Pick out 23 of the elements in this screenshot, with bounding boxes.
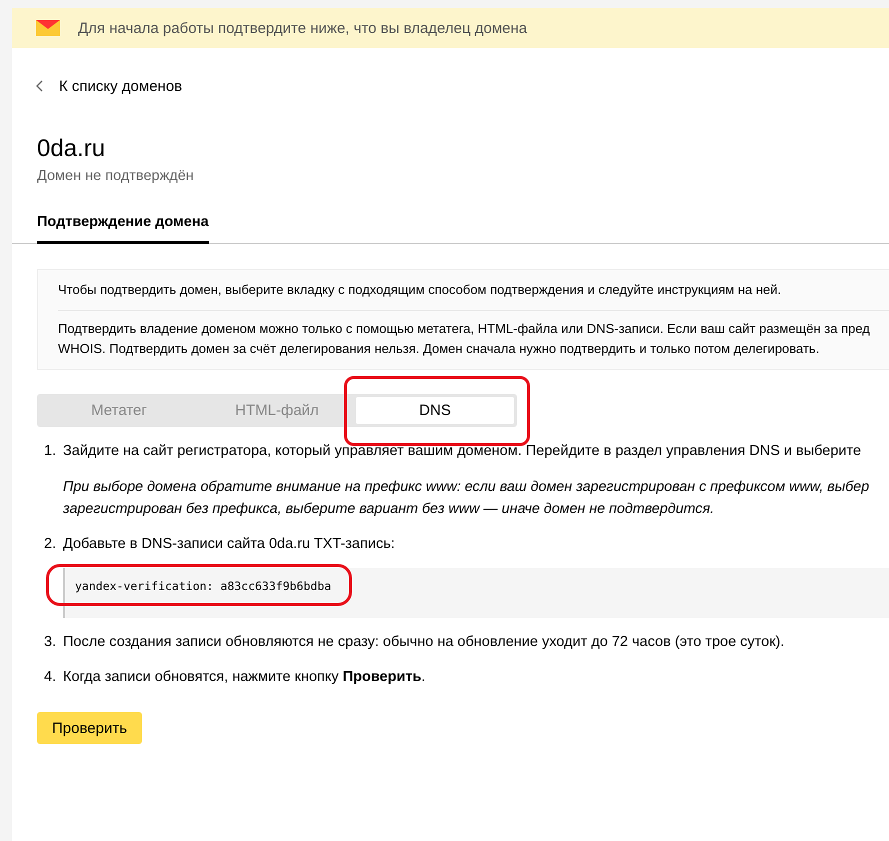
info-text: Чтобы подтвердить домен, выберите вкладку с подходящим способом подтверждения и следуйте инструкциям на ней. <box>58 281 782 299</box>
info-text: Подтвердить владение доменом можно только с помощью метатега, HTML-файла или DNS-записи. Если ваш сайт размещён за пред <box>58 320 871 338</box>
back-link[interactable]: К списку доменов <box>59 78 182 94</box>
step-note: При выборе домена обратите внимание на префикс www: если ваш домен зарегистрирован с префиксом www, выбер <box>63 478 870 497</box>
banner-message: Для начала работы подтвердите ниже, что вы владелец домена <box>78 20 528 36</box>
step-number: 2. <box>44 535 58 554</box>
step-number: 1. <box>44 442 58 461</box>
step-text: Добавьте в DNS-записи сайта 0da.ru TXT-запись: <box>63 535 396 554</box>
step-number: 4. <box>44 668 58 687</box>
domain-title: 0da.ru <box>36 134 106 164</box>
method-tab[interactable]: DNS <box>356 397 514 424</box>
info-text: WHOIS. Подтвердить домен за счёт делегирования нельзя. Домен сначала нужно подтвердить и только потом делегировать. <box>58 340 820 358</box>
step-number: 3. <box>44 633 58 652</box>
domain-status: Домен не подтверждён <box>36 167 195 184</box>
step-note: зарегистрирован без префикса, выберите вариант без www — иначе домен не подтвердится. <box>63 500 716 519</box>
txt-record: yandex-verification: a83cc633f9b6bdba <box>63 568 889 618</box>
back-chevron-icon[interactable] <box>36 80 43 92</box>
step-text: Зайдите на сайт регистратора, который управляет вашим доменом. Перейдите в раздел управления DNS и выберите <box>63 442 862 461</box>
envelope-icon <box>36 20 60 36</box>
step-text: После создания записи обновляются не сразу: обычно на обновление уходит до 72 часов (это трое суток). <box>63 633 784 652</box>
page-tab[interactable]: Подтверждение домена <box>37 214 209 244</box>
step-text: Когда записи обновятся, нажмите кнопку Проверить. <box>63 668 426 687</box>
check-button[interactable]: Проверить <box>37 712 142 744</box>
